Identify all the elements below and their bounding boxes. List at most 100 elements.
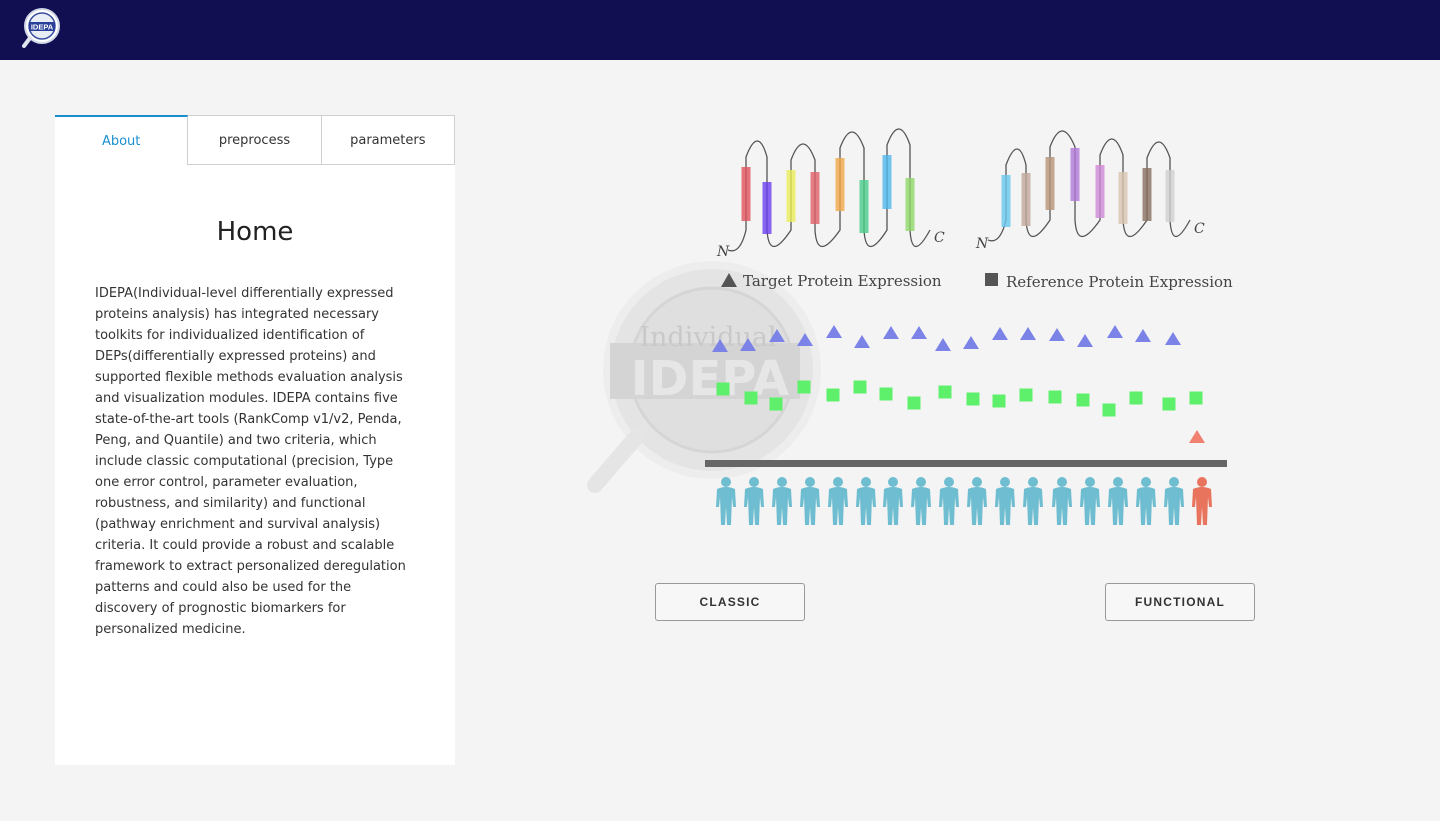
person-icon	[1052, 477, 1072, 525]
reference-protein-helix	[1070, 148, 1080, 201]
person-icon	[1108, 477, 1128, 525]
person-body	[716, 487, 736, 525]
triangle-point	[883, 326, 899, 339]
person-head	[1169, 477, 1179, 487]
target-protein-icon	[727, 128, 931, 252]
square-point	[1019, 388, 1033, 402]
person-icon	[911, 477, 931, 525]
svg-text:IDEPA: IDEPA	[31, 23, 54, 32]
person-body	[911, 487, 931, 525]
square-point	[1189, 391, 1203, 405]
person-head	[1000, 477, 1010, 487]
page-title: Home	[216, 217, 294, 247]
watermark-top-text: Individual	[639, 322, 776, 353]
functional-button[interactable]: FUNCTIONAL	[1105, 583, 1255, 621]
person-body	[1136, 487, 1156, 525]
triangle-point	[1135, 329, 1151, 342]
person-head	[888, 477, 898, 487]
square-point	[716, 382, 730, 396]
person-head	[777, 477, 787, 487]
person-body	[1023, 487, 1043, 525]
square-point	[1102, 403, 1116, 417]
reference-protein-helix	[1165, 170, 1175, 222]
person-head	[972, 477, 982, 487]
reference-protein-helix	[1118, 172, 1128, 224]
person-body	[967, 487, 987, 525]
square-point	[1076, 393, 1090, 407]
person-head	[749, 477, 759, 487]
idepa-overview-figure: Individual IDEPA N C N C Target Protein …	[580, 105, 1280, 545]
reference-protein-helix	[1021, 173, 1031, 226]
person-body	[772, 487, 792, 525]
legend-target-label: Target Protein Expression	[743, 272, 942, 290]
triangle-point	[911, 326, 927, 339]
person-head	[805, 477, 815, 487]
classic-button[interactable]: CLASSIC	[655, 583, 805, 621]
reference-protein-helix	[1001, 175, 1011, 227]
person-head	[1197, 477, 1207, 487]
target-protein-helix	[882, 155, 892, 209]
person-icon	[939, 477, 959, 525]
person-head	[1141, 477, 1151, 487]
target-c-label: C	[934, 230, 945, 246]
person-icon	[828, 477, 848, 525]
divider-bar	[705, 460, 1227, 467]
triangle-point	[1165, 332, 1181, 345]
reference-n-label: N	[975, 236, 989, 252]
person-head	[721, 477, 731, 487]
person-head	[861, 477, 871, 487]
person-body	[828, 487, 848, 525]
person-body	[1192, 487, 1212, 525]
person-icon	[1023, 477, 1043, 525]
tab-parameters[interactable]: parameters	[321, 115, 455, 165]
target-protein-helix	[810, 172, 820, 224]
triangle-point	[1077, 334, 1093, 347]
target-protein-helix	[762, 182, 772, 234]
tab-about[interactable]: About	[55, 115, 189, 165]
target-protein-helix	[859, 180, 869, 233]
top-navbar: IDEPA	[0, 0, 1440, 60]
idepa-logo-icon[interactable]: IDEPA	[20, 6, 64, 50]
reference-protein-icon	[987, 130, 1191, 242]
square-point	[879, 387, 893, 401]
person-head	[1057, 477, 1067, 487]
person-head	[944, 477, 954, 487]
person-head	[1085, 477, 1095, 487]
person-body	[995, 487, 1015, 525]
square-point	[1162, 397, 1176, 411]
person-body	[1108, 487, 1128, 525]
person-icon	[800, 477, 820, 525]
reference-protein-helix	[1095, 165, 1105, 218]
person-icon	[967, 477, 987, 525]
left-panel: About preprocess parameters Home IDEPA(I…	[55, 115, 455, 765]
person-icon	[744, 477, 764, 525]
person-icon	[883, 477, 903, 525]
tab-preprocess[interactable]: preprocess	[188, 115, 322, 165]
tab-bar: About preprocess parameters	[55, 115, 455, 165]
person-icon	[772, 477, 792, 525]
triangle-point	[854, 335, 870, 348]
reference-protein-helix	[1142, 168, 1152, 221]
reference-protein-helix	[1045, 157, 1055, 210]
person-body	[744, 487, 764, 525]
person-icon	[716, 477, 736, 525]
person-icon	[1080, 477, 1100, 525]
person-body	[1052, 487, 1072, 525]
about-description: IDEPA(Individual-level differentially ex…	[95, 286, 406, 637]
triangle-point	[992, 327, 1008, 340]
legend-reference-label: Reference Protein Expression	[1006, 273, 1233, 291]
target-protein-helix	[905, 178, 915, 231]
person-icon	[1164, 477, 1184, 525]
person-body	[1080, 487, 1100, 525]
person-icon	[1192, 477, 1212, 525]
person-head	[1028, 477, 1038, 487]
target-protein-helix	[835, 158, 845, 211]
target-protein-helix	[741, 167, 751, 221]
triangle-point	[935, 338, 951, 351]
target-protein-helix	[786, 170, 796, 222]
reference-c-label: C	[1194, 221, 1205, 237]
person-body	[1164, 487, 1184, 525]
target-sample-triangle-icon	[1189, 430, 1205, 443]
square-point	[966, 392, 980, 406]
square-point	[938, 385, 952, 399]
